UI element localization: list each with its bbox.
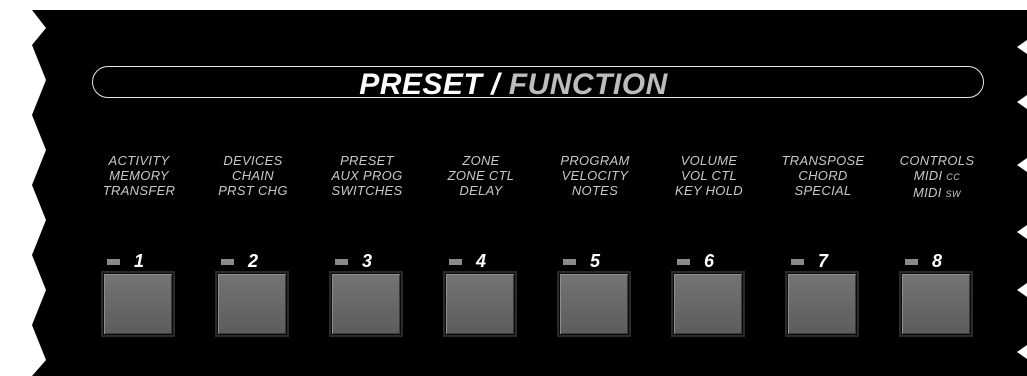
function-labels: PROGRAM VELOCITY NOTES xyxy=(538,153,652,198)
button-column-7: TRANSPOSE CHORD SPECIAL 7 xyxy=(766,0,880,376)
function-label-line: KEY HOLD xyxy=(652,183,766,198)
function-label-text: VOL CTL xyxy=(680,168,738,183)
function-label-text: AUX PROG xyxy=(331,168,403,183)
function-labels: ZONE ZONE CTL DELAY xyxy=(424,153,538,198)
function-label-line: PROGRAM xyxy=(538,153,652,168)
function-label-suffix: SW xyxy=(945,189,962,199)
button-number: 4 xyxy=(476,251,487,271)
function-label-line: CHORD xyxy=(766,168,880,183)
led-indicator xyxy=(221,259,234,265)
function-button-3[interactable] xyxy=(331,273,401,335)
button-column-3: PRESET AUX PROG SWITCHES 3 xyxy=(310,0,424,376)
function-label-text: CHAIN xyxy=(232,168,274,183)
function-labels: CONTROLS MIDI CC MIDI SW xyxy=(880,153,994,202)
function-labels: VOLUME VOL CTL KEY HOLD xyxy=(652,153,766,198)
function-button-5[interactable] xyxy=(559,273,629,335)
function-label-line: TRANSFER xyxy=(82,183,196,198)
function-label-text: MIDI xyxy=(913,168,947,183)
function-label-text: NOTES xyxy=(571,183,619,198)
function-label-line: ZONE xyxy=(424,153,538,168)
button-number: 8 xyxy=(932,251,943,271)
function-label-line: VOLUME xyxy=(652,153,766,168)
function-button-8[interactable] xyxy=(901,273,971,335)
led-indicator xyxy=(107,259,120,265)
function-button-7[interactable] xyxy=(787,273,857,335)
button-column-2: DEVICES CHAIN PRST CHG 2 xyxy=(196,0,310,376)
button-column-5: PROGRAM VELOCITY NOTES 5 xyxy=(538,0,652,376)
function-label-text: CONTROLS xyxy=(899,153,975,168)
function-label-text: PRESET xyxy=(340,153,394,168)
function-label-line: CONTROLS xyxy=(880,153,994,168)
function-label-line: ACTIVITY xyxy=(82,153,196,168)
function-label-text: TRANSFER xyxy=(102,183,176,198)
function-label-text: KEY HOLD xyxy=(675,183,743,198)
function-button-4[interactable] xyxy=(445,273,515,335)
function-label-line: MEMORY xyxy=(82,168,196,183)
function-label-line: NOTES xyxy=(538,183,652,198)
button-number: 6 xyxy=(704,251,715,271)
led-indicator xyxy=(905,259,918,265)
function-label-text: TRANSPOSE xyxy=(781,153,865,168)
function-label-line: AUX PROG xyxy=(310,168,424,183)
function-label-suffix: CC xyxy=(946,172,961,182)
function-label-line: ZONE CTL xyxy=(424,168,538,183)
function-label-line: PRESET xyxy=(310,153,424,168)
function-label-text: SPECIAL xyxy=(794,183,852,198)
function-label-text: SWITCHES xyxy=(331,183,403,198)
function-labels: DEVICES CHAIN PRST CHG xyxy=(196,153,310,198)
function-label-text: PRST CHG xyxy=(218,183,288,198)
button-column-8: CONTROLS MIDI CC MIDI SW 8 xyxy=(880,0,994,376)
function-label-text: ZONE xyxy=(462,153,500,168)
led-indicator xyxy=(791,259,804,265)
function-label-line: DEVICES xyxy=(196,153,310,168)
button-number: 7 xyxy=(818,251,829,271)
function-label-text: DELAY xyxy=(459,183,503,198)
function-label-text: VOLUME xyxy=(680,153,738,168)
button-number: 1 xyxy=(134,251,145,271)
function-label-text: CHORD xyxy=(798,168,848,183)
function-label-text: ACTIVITY xyxy=(108,153,170,168)
button-number: 3 xyxy=(362,251,373,271)
button-column-4: ZONE ZONE CTL DELAY 4 xyxy=(424,0,538,376)
preset-function-panel: PRESET / FUNCTION ACTIVITY MEMORY TRANSFER… xyxy=(0,0,1027,376)
button-number: 2 xyxy=(248,251,259,271)
button-column-1: ACTIVITY MEMORY TRANSFER 1 xyxy=(82,0,196,376)
function-label-text: ZONE CTL xyxy=(447,168,515,183)
function-label-text: PROGRAM xyxy=(560,153,630,168)
function-label-text: MIDI xyxy=(912,185,946,200)
function-label-text: MEMORY xyxy=(109,168,169,183)
function-label-line: SPECIAL xyxy=(766,183,880,198)
function-labels: TRANSPOSE CHORD SPECIAL xyxy=(766,153,880,198)
button-column-6: VOLUME VOL CTL KEY HOLD 6 xyxy=(652,0,766,376)
function-label-line: SWITCHES xyxy=(310,183,424,198)
led-indicator xyxy=(449,259,462,265)
function-label-line: DELAY xyxy=(424,183,538,198)
function-label-line: MIDI SW xyxy=(880,185,994,202)
function-button-1[interactable] xyxy=(103,273,173,335)
function-label-text: DEVICES xyxy=(223,153,283,168)
function-label-line: MIDI CC xyxy=(880,168,994,185)
led-indicator xyxy=(677,259,690,265)
function-button-6[interactable] xyxy=(673,273,743,335)
function-button-2[interactable] xyxy=(217,273,287,335)
led-indicator xyxy=(563,259,576,265)
led-indicator xyxy=(335,259,348,265)
function-label-line: VOL CTL xyxy=(652,168,766,183)
function-label-line: VELOCITY xyxy=(538,168,652,183)
function-labels: ACTIVITY MEMORY TRANSFER xyxy=(82,153,196,198)
function-label-text: VELOCITY xyxy=(561,168,629,183)
function-label-line: PRST CHG xyxy=(196,183,310,198)
function-label-line: TRANSPOSE xyxy=(766,153,880,168)
button-number: 5 xyxy=(590,251,601,271)
function-labels: PRESET AUX PROG SWITCHES xyxy=(310,153,424,198)
function-label-line: CHAIN xyxy=(196,168,310,183)
